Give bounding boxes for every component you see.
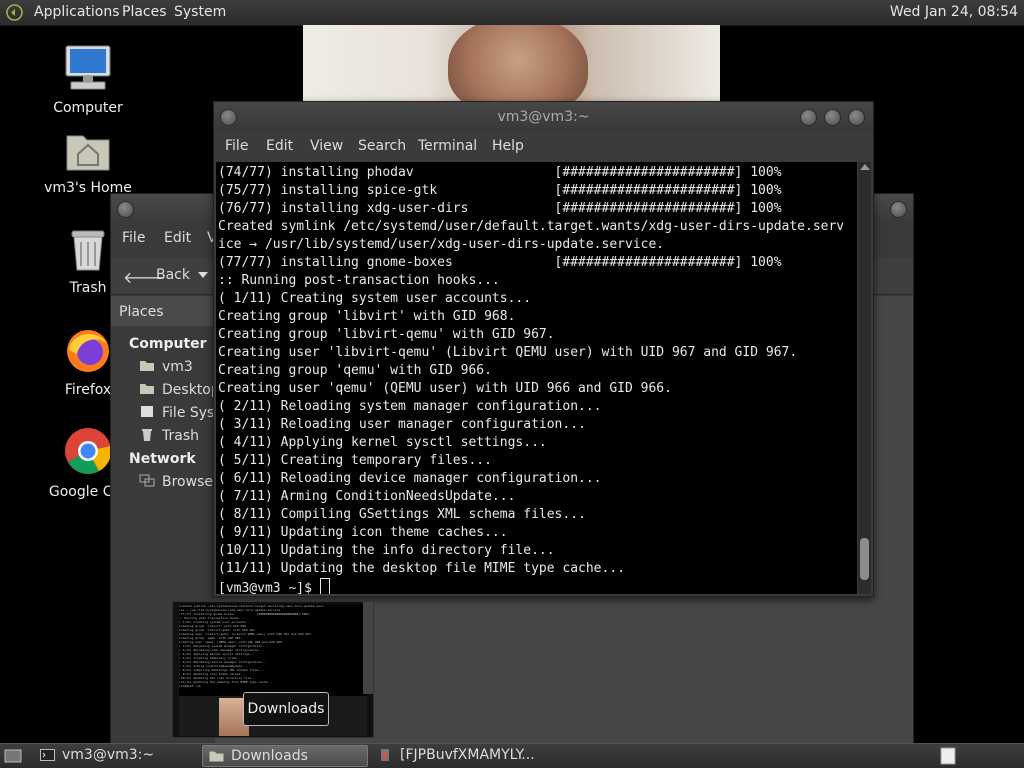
taskbar-tooltip: Downloads	[243, 692, 329, 726]
computer-icon	[65, 45, 111, 90]
terminal-icon	[40, 749, 55, 761]
video-window[interactable]	[303, 25, 720, 101]
terminal-line: ( 4/11) Applying kernel sysctl settings.…	[218, 435, 547, 450]
terminal-menubar: File Edit View Search Terminal Help	[214, 132, 873, 162]
scrollbar-thumb[interactable]	[860, 538, 869, 580]
terminal-line: ( 1/11) Creating system user accounts...	[218, 291, 532, 306]
terminal-output[interactable]: (74/77) installing phodav [#############…	[216, 162, 857, 594]
fm-menu-file[interactable]: File	[122, 230, 145, 246]
window-menu-button-icon[interactable]	[220, 109, 237, 126]
workspace-switcher-icon[interactable]	[940, 747, 956, 765]
terminal-line: ice → /usr/lib/systemd/user/xdg-user-dir…	[218, 237, 665, 252]
window-button-icon[interactable]	[117, 201, 134, 218]
terminal-window[interactable]: vm3@vm3:~ File Edit View Search Terminal…	[213, 101, 874, 597]
back-button[interactable]: Back	[156, 267, 190, 283]
sidebar-item-home[interactable]: vm3	[139, 359, 193, 375]
sidebar-item-label: vm3	[162, 359, 193, 375]
terminal-line: :: Running post-transaction hooks...	[218, 273, 500, 288]
menu-view[interactable]: View	[310, 138, 343, 154]
terminal-line: ( 8/11) Compiling GSettings XML schema f…	[218, 507, 586, 522]
sidebar-item-desktop[interactable]: Desktop	[139, 382, 220, 398]
menu-help[interactable]: Help	[492, 138, 524, 154]
fm-menu-edit[interactable]: Edit	[164, 230, 191, 246]
back-dropdown-icon[interactable]	[198, 272, 208, 278]
applications-menu[interactable]: Applications	[34, 4, 120, 20]
terminal-line: (75/77) installing spice-gtk [##########…	[218, 183, 782, 198]
terminal-line: (10/11) Updating the info directory file…	[218, 543, 555, 558]
prompt-text: [vm3@vm3 ~]$	[218, 581, 320, 594]
sidebar-section-network: Network	[129, 451, 196, 467]
taskbar-item-label: vm3@vm3:~	[62, 747, 155, 763]
desktop-icon-label: Computer	[53, 100, 123, 116]
taskbar-item-downloads[interactable]: Downloads	[202, 745, 368, 767]
terminal-line: Creating group 'qemu' with GID 966.	[218, 363, 492, 378]
terminal-line: ( 5/11) Creating temporary files...	[218, 453, 492, 468]
menu-search[interactable]: Search	[358, 138, 406, 154]
image-viewer-icon	[381, 749, 389, 761]
trash-icon	[142, 429, 152, 441]
bottom-panel: vm3@vm3:~ Downloads [FJPBuvfXMAMYLY...	[0, 743, 1024, 768]
trash-icon	[71, 230, 105, 271]
terminal-line: ( 6/11) Reloading device manager configu…	[218, 471, 602, 486]
terminal-scrollbar[interactable]	[858, 162, 871, 594]
drive-icon	[141, 406, 153, 417]
desktop-folder-icon	[140, 384, 154, 394]
terminal-line: (74/77) installing phodav [#############…	[218, 165, 782, 180]
desktop-icon-home[interactable]: vm3's Home	[38, 128, 138, 196]
terminal-line: Creating group 'libvirt-qemu' with GID 9…	[218, 327, 555, 342]
terminal-line: Created symlink /etc/systemd/user/defaul…	[218, 219, 845, 234]
taskbar-item-image-viewer[interactable]: [FJPBuvfXMAMYLY...	[372, 745, 548, 767]
text-cursor	[319, 578, 330, 594]
sidebar-item-trash[interactable]: Trash	[139, 428, 199, 444]
terminal-line: (77/77) installing gnome-boxes [########…	[218, 255, 782, 270]
firefox-icon	[67, 330, 109, 372]
terminal-line: (76/77) installing xdg-user-dirs [######…	[218, 201, 782, 216]
desktop-icon-computer[interactable]: Computer	[38, 44, 138, 116]
menu-edit[interactable]: Edit	[266, 138, 293, 154]
terminal-line: Creating user 'libvirt-qemu' (Libvirt QE…	[218, 345, 798, 360]
scroll-up-arrow-icon[interactable]	[860, 164, 870, 170]
places-header[interactable]: Places	[111, 296, 215, 326]
maximize-button-icon[interactable]	[824, 109, 841, 126]
terminal-line: ( 2/11) Reloading system manager configu…	[218, 399, 602, 414]
terminal-titlebar[interactable]: vm3@vm3:~	[214, 102, 873, 132]
taskbar-item-label: Downloads	[231, 748, 308, 764]
system-menu[interactable]: System	[174, 4, 226, 20]
home-folder-icon	[140, 361, 154, 371]
preview-file-manager-edge	[363, 602, 373, 694]
close-button-icon[interactable]	[848, 109, 865, 126]
terminal-line: Creating user 'qemu' (QEMU user) with UI…	[218, 381, 672, 396]
minimize-button-icon[interactable]	[800, 109, 817, 126]
window-button-icon[interactable]	[890, 201, 907, 218]
chrome-icon	[65, 428, 112, 474]
distro-logo-icon[interactable]	[6, 4, 23, 21]
sidebar-item-label: Desktop	[162, 382, 220, 398]
top-panel: Applications Places System Wed Jan 24, 0…	[0, 0, 1024, 26]
sidebar-item-label: Trash	[162, 428, 199, 444]
network-icon	[139, 474, 155, 487]
terminal-line: ( 3/11) Reloading user manager configura…	[218, 417, 586, 432]
terminal-line: ( 7/11) Arming ConditionNeedsUpdate...	[218, 489, 516, 504]
person-video-frame	[448, 25, 588, 101]
clock[interactable]: Wed Jan 24, 08:54	[890, 4, 1018, 20]
show-desktop-icon[interactable]	[4, 749, 22, 763]
terminal-prompt[interactable]: [vm3@vm3 ~]$	[218, 578, 857, 594]
home-folder-icon	[66, 135, 110, 171]
taskbar-item-terminal[interactable]: vm3@vm3:~	[34, 745, 198, 767]
preview-terminal-content: Created symlink /etc/systemd/user/defaul…	[179, 604, 367, 696]
taskbar-item-label: [FJPBuvfXMAMYLY...	[400, 747, 535, 763]
places-menu[interactable]: Places	[122, 4, 167, 20]
menu-file[interactable]: File	[225, 138, 248, 154]
menu-terminal[interactable]: Terminal	[418, 138, 477, 154]
terminal-line: Creating group 'libvirt' with GID 968.	[218, 309, 516, 324]
terminal-line: (11/11) Updating the desktop file MIME t…	[218, 561, 625, 576]
terminal-line: ( 9/11) Updating icon theme caches...	[218, 525, 508, 540]
sidebar-section-computer: Computer	[129, 336, 207, 352]
folder-icon	[209, 751, 224, 762]
terminal-title: vm3@vm3:~	[497, 109, 590, 125]
